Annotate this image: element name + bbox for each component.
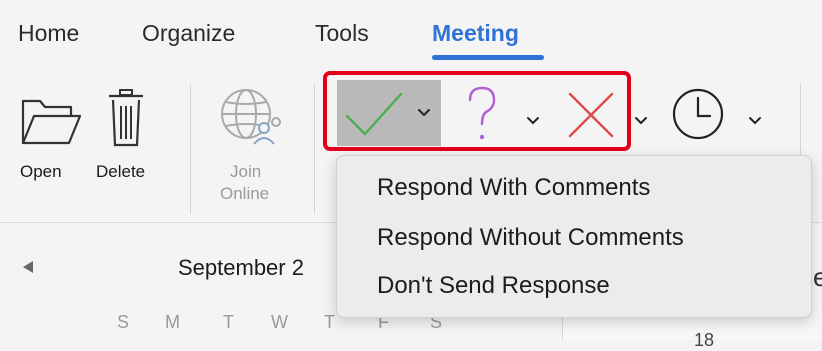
- calendar-header-partial: e: [813, 262, 822, 292]
- weekday-label: S: [117, 312, 130, 332]
- weekday-label: M: [165, 312, 180, 332]
- open-button[interactable]: Open: [14, 92, 84, 202]
- calendar-day-number: 18: [694, 330, 715, 350]
- menu-item-respond-without-comments[interactable]: Respond Without Comments: [377, 224, 684, 252]
- ribbon-divider: [314, 84, 315, 214]
- open-label: Open: [20, 162, 62, 181]
- mini-calendar-month-label: September 2: [178, 255, 304, 280]
- weekday-label: T: [324, 312, 335, 332]
- response-buttons-highlight: [323, 71, 631, 151]
- trash-icon: [109, 89, 143, 147]
- response-dropdown-menu: Respond With Comments Respond Without Co…: [336, 155, 812, 318]
- tab-home[interactable]: Home: [18, 20, 79, 47]
- previous-month-arrow-icon[interactable]: [20, 259, 36, 275]
- weekday-label: T: [223, 312, 234, 332]
- menu-item-dont-send-response[interactable]: Don't Send Response: [377, 272, 610, 300]
- join-online-button[interactable]: Join Online: [208, 82, 292, 210]
- propose-time-clock-icon: [672, 88, 724, 140]
- join-online-label-line1: Join: [230, 162, 262, 181]
- propose-new-time-button[interactable]: [668, 80, 778, 146]
- ribbon-tabs: Home Organize Tools Meeting: [0, 0, 822, 66]
- active-tab-indicator: [432, 55, 544, 60]
- open-folder-icon: [21, 99, 82, 145]
- delete-button[interactable]: Delete: [92, 88, 172, 198]
- chevron-down-icon[interactable]: [748, 116, 762, 126]
- join-online-globe-icon: [221, 89, 281, 145]
- menu-item-respond-with-comments[interactable]: Respond With Comments: [377, 174, 650, 202]
- tab-tools[interactable]: Tools: [315, 20, 369, 47]
- tab-organize[interactable]: Organize: [142, 20, 235, 47]
- weekday-label: W: [271, 312, 288, 332]
- delete-label: Delete: [96, 162, 146, 181]
- tab-meeting[interactable]: Meeting: [432, 20, 519, 47]
- join-online-label-line2: Online: [220, 184, 270, 203]
- chevron-down-icon[interactable]: [634, 116, 648, 126]
- ribbon-divider: [190, 84, 191, 214]
